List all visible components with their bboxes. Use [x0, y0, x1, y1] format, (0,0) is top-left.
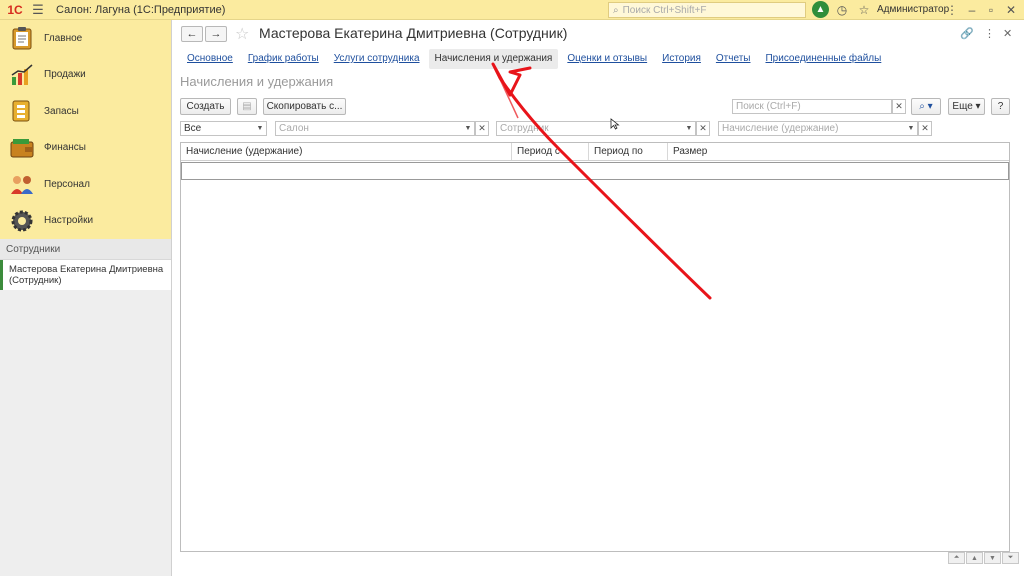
section-title: Начисления и удержания: [180, 74, 334, 89]
forward-button[interactable]: →: [205, 26, 227, 42]
form-title: Мастерова Екатерина Дмитриевна (Сотрудни…: [259, 25, 568, 41]
1c-logo: 1С: [7, 2, 23, 17]
close-form-icon[interactable]: ✕: [1003, 27, 1012, 40]
salon-clear-button[interactable]: ✕: [475, 121, 489, 136]
section-label: Персонал: [44, 178, 90, 190]
search-icon: ⌕: [613, 4, 619, 16]
help-button[interactable]: ?: [991, 98, 1010, 115]
app-title: Салон: Лагуна (1С:Предприятие): [56, 3, 226, 16]
left-panel: Главное Продажи Запасы Финансы Персонал: [0, 20, 172, 576]
sections-panel: Главное Продажи Запасы Финансы Персонал: [0, 20, 171, 239]
tab-main[interactable]: Основное: [181, 49, 239, 69]
employee-clear-button[interactable]: ✕: [696, 121, 710, 136]
global-search-placeholder: Поиск Ctrl+Shift+F: [622, 4, 707, 16]
table-header: Начисление (удержание) Период с Период п…: [181, 143, 1009, 161]
tab-history[interactable]: История: [656, 49, 707, 69]
accrual-filter[interactable]: Начисление (удержание) ▼: [718, 121, 918, 136]
search-button[interactable]: ⌕ ▾: [911, 98, 941, 115]
title-bar: 1С ☰ Салон: Лагуна (1С:Предприятие) ⌕ По…: [0, 0, 1024, 20]
favorites-star-icon[interactable]: ☆: [856, 2, 872, 18]
scroll-bottom-button[interactable]: ⏷: [1002, 552, 1019, 564]
link-icon[interactable]: 🔗: [960, 27, 974, 40]
chevron-down-icon[interactable]: ▼: [905, 122, 917, 135]
section-finance[interactable]: Финансы: [0, 130, 171, 167]
column-period-from[interactable]: Период с: [512, 143, 589, 160]
scroll-down-button[interactable]: ▼: [984, 552, 1001, 564]
more-icon[interactable]: ⋮: [984, 27, 995, 40]
create-button[interactable]: Создать: [180, 98, 231, 115]
salon-filter[interactable]: Салон ▼: [275, 121, 475, 136]
section-main[interactable]: Главное: [0, 20, 171, 57]
menu-more-icon[interactable]: ⋮: [944, 2, 960, 18]
accrual-clear-button[interactable]: ✕: [918, 121, 932, 136]
table-search-placeholder: Поиск (Ctrl+F): [736, 101, 801, 112]
copy-from-button[interactable]: Скопировать с...: [263, 98, 346, 115]
tab-reviews[interactable]: Оценки и отзывы: [561, 49, 653, 69]
chart-icon: [10, 63, 34, 87]
column-period-to[interactable]: Период по: [589, 143, 668, 160]
accruals-table[interactable]: Начисление (удержание) Период с Период п…: [180, 142, 1010, 552]
current-user[interactable]: Администратор: [877, 4, 949, 15]
section-label: Настройки: [44, 215, 94, 227]
favorite-star-icon[interactable]: ☆: [235, 24, 249, 44]
clipboard-icon: [10, 26, 34, 50]
tab-reports[interactable]: Отчеты: [710, 49, 757, 69]
table-row[interactable]: [181, 162, 1009, 180]
search-clear-button[interactable]: ✕: [892, 99, 906, 114]
section-stock[interactable]: Запасы: [0, 93, 171, 130]
global-search-input[interactable]: ⌕ Поиск Ctrl+Shift+F: [608, 2, 806, 18]
wallet-icon: [10, 136, 34, 160]
section-personnel[interactable]: Персонал: [0, 166, 171, 203]
more-label: Еще: [952, 101, 973, 112]
minimize-icon[interactable]: –: [964, 2, 980, 18]
people-icon: [10, 172, 34, 196]
column-accrual[interactable]: Начисление (удержание): [181, 143, 512, 160]
tab-bar: Основное График работы Услуги сотрудника…: [181, 49, 890, 69]
scroll-top-button[interactable]: ⏶: [948, 552, 965, 564]
open-windows-title[interactable]: Сотрудники: [0, 239, 171, 260]
gear-icon: [10, 209, 34, 233]
section-label: Главное: [44, 32, 83, 44]
section-label: Продажи: [44, 69, 86, 81]
employee-filter[interactable]: Сотрудник ▼: [496, 121, 696, 136]
table-scroll-buttons: ⏶ ▲ ▼ ⏷: [947, 552, 1019, 564]
section-sales[interactable]: Продажи: [0, 57, 171, 94]
back-button[interactable]: ←: [181, 26, 203, 42]
menu-icon[interactable]: ☰: [30, 0, 46, 20]
tab-services[interactable]: Услуги сотрудника: [328, 49, 426, 69]
tab-attached-files[interactable]: Присоединенные файлы: [759, 49, 887, 69]
box-icon: [10, 99, 34, 123]
more-actions-button[interactable]: Еще ▾: [948, 98, 985, 115]
tab-accruals[interactable]: Начисления и удержания: [428, 49, 559, 69]
section-settings[interactable]: Настройки: [0, 203, 171, 240]
close-icon[interactable]: ✕: [1003, 2, 1019, 18]
table-search-input[interactable]: Поиск (Ctrl+F): [732, 99, 892, 114]
accrual-placeholder: Начисление (удержание): [722, 123, 839, 134]
period-select[interactable]: Все ▼: [180, 121, 267, 136]
mouse-cursor-icon: [610, 118, 620, 130]
maximize-icon[interactable]: ▫: [983, 2, 999, 18]
section-label: Финансы: [44, 142, 86, 154]
employee-form: ← → ☆ Мастерова Екатерина Дмитриевна (Со…: [172, 20, 1024, 576]
print-button[interactable]: ▤: [237, 98, 257, 115]
chevron-down-icon[interactable]: ▼: [462, 122, 474, 135]
salon-placeholder: Салон: [279, 123, 309, 134]
chevron-down-icon[interactable]: ▼: [683, 122, 695, 135]
search-icon: ⌕ ▾: [919, 101, 933, 112]
history-icon[interactable]: ◷: [834, 2, 850, 18]
period-value: Все: [184, 123, 202, 134]
print-icon: ▤: [242, 101, 252, 112]
employee-placeholder: Сотрудник: [500, 123, 549, 134]
column-amount[interactable]: Размер: [668, 143, 1008, 160]
tab-schedule[interactable]: График работы: [242, 49, 325, 69]
open-window-item[interactable]: Мастерова Екатерина Дмитриевна (Сотрудни…: [0, 260, 171, 290]
notification-bell-icon[interactable]: ▲: [812, 1, 829, 18]
section-label: Запасы: [44, 105, 79, 117]
chevron-down-icon[interactable]: ▼: [254, 122, 266, 135]
scroll-up-button[interactable]: ▲: [966, 552, 983, 564]
